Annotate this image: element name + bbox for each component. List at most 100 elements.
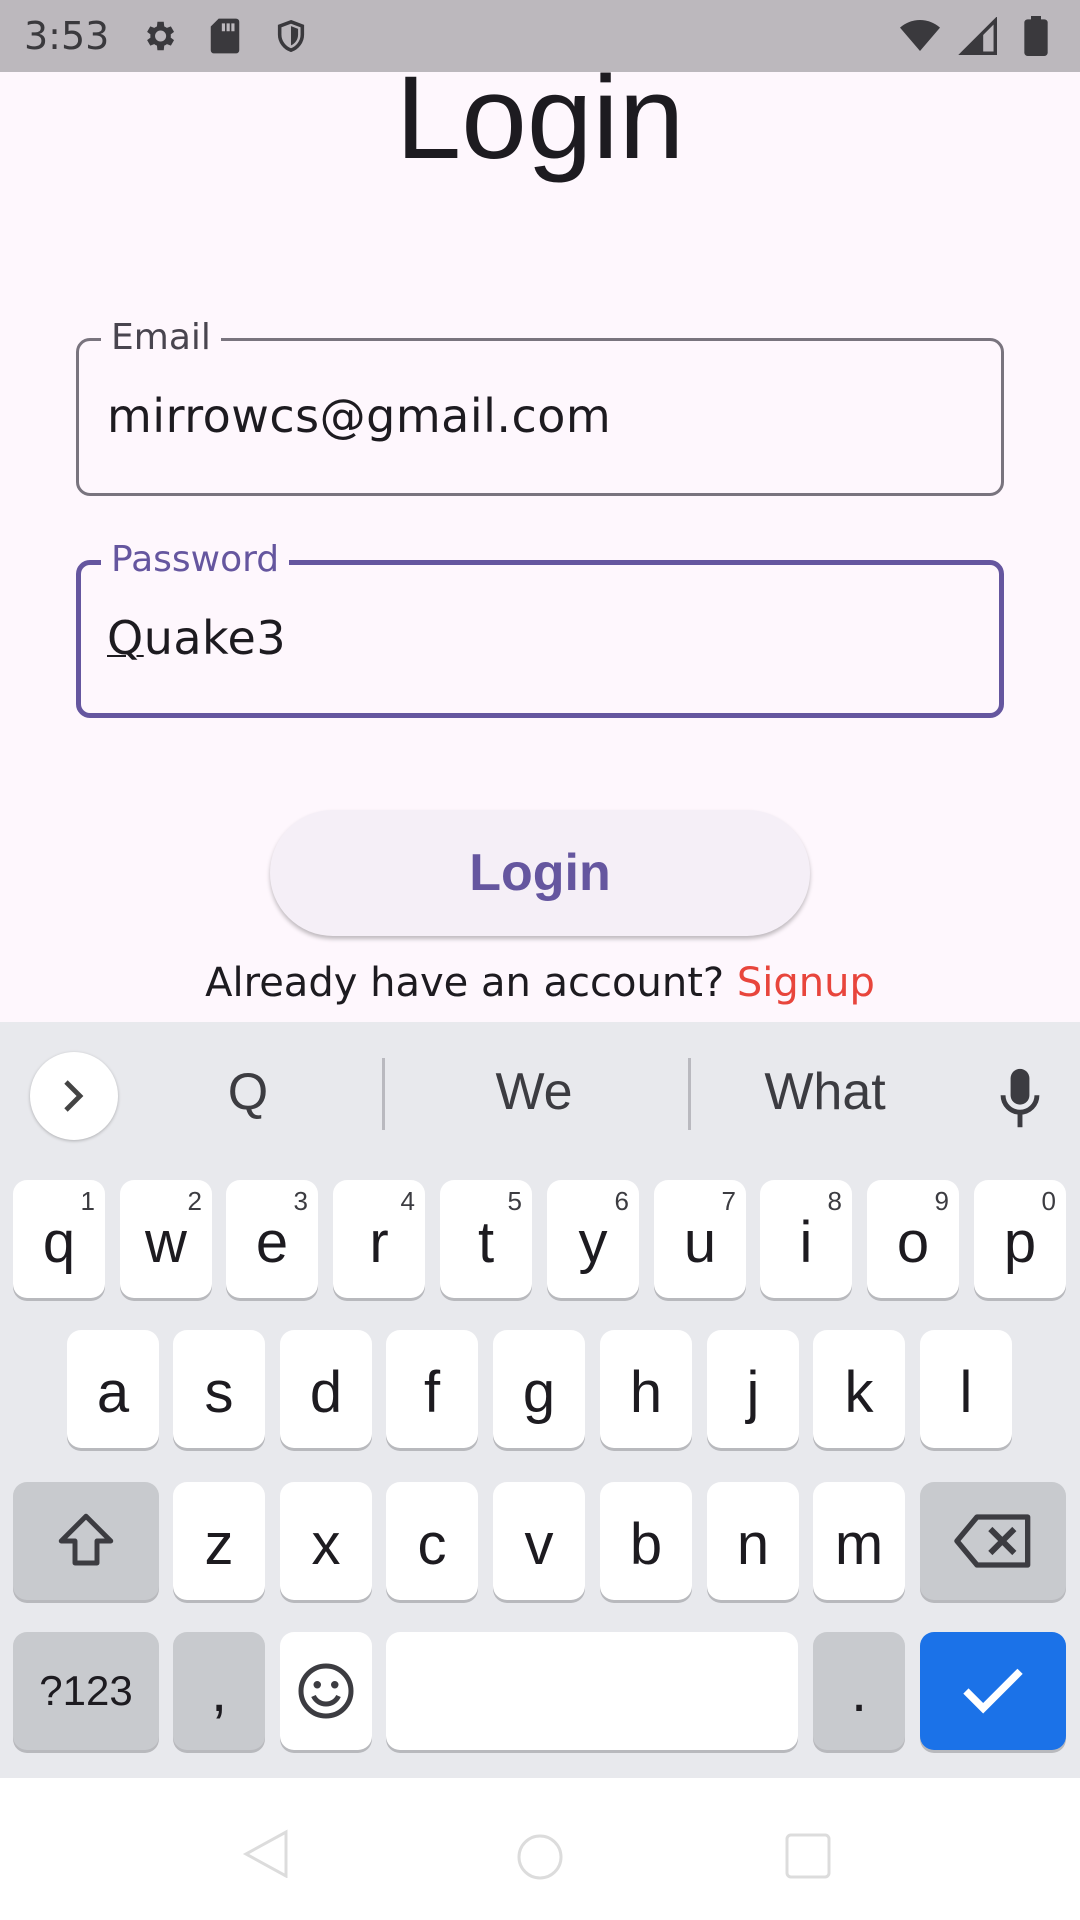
- key-k[interactable]: k: [813, 1330, 905, 1448]
- shift-key[interactable]: [13, 1482, 159, 1600]
- key-f[interactable]: f: [386, 1330, 478, 1448]
- key-u[interactable]: 7u: [654, 1180, 746, 1298]
- home-icon[interactable]: [515, 1832, 565, 1882]
- password-input[interactable]: Quake3: [107, 611, 286, 665]
- key-b[interactable]: b: [600, 1482, 692, 1600]
- suggestion-divider: [382, 1058, 385, 1130]
- back-icon[interactable]: [242, 1828, 290, 1878]
- key-label: n: [736, 1511, 770, 1577]
- backspace-icon: [954, 1514, 1031, 1568]
- password-field[interactable]: Password Quake3: [76, 537, 1004, 718]
- suggestion-3[interactable]: What: [700, 1062, 950, 1122]
- signup-prompt: Already have an account?: [205, 960, 725, 1006]
- key-y[interactable]: 6y: [547, 1180, 639, 1298]
- key-l[interactable]: l: [920, 1330, 1012, 1448]
- key-label: s: [204, 1359, 234, 1425]
- key-label: ?123: [39, 1667, 133, 1714]
- key-o[interactable]: 9o: [867, 1180, 959, 1298]
- key-t[interactable]: 5t: [440, 1180, 532, 1298]
- key-m[interactable]: m: [813, 1482, 905, 1600]
- key-a[interactable]: a: [67, 1330, 159, 1448]
- login-button[interactable]: Login: [270, 810, 810, 936]
- key-hint: 1: [80, 1186, 95, 1216]
- key-s[interactable]: s: [173, 1330, 265, 1448]
- signup-row: Already have an account? Signup: [0, 960, 1080, 1006]
- key-label: q: [42, 1209, 76, 1275]
- mic-button[interactable]: [990, 1064, 1050, 1134]
- key-label: a: [96, 1359, 130, 1425]
- key-hint: 6: [614, 1186, 629, 1216]
- chevron-right-icon: [64, 1080, 84, 1112]
- login-screen: Login Email mirrowcs@gmail.com Password …: [0, 52, 1080, 1022]
- key-i[interactable]: 8i: [760, 1180, 852, 1298]
- key-label: w: [145, 1209, 187, 1275]
- key-hint: 2: [187, 1186, 202, 1216]
- emoji-icon: [298, 1663, 354, 1719]
- expand-toolbar-button[interactable]: [30, 1052, 118, 1140]
- key-label: .: [850, 1658, 868, 1724]
- space-key[interactable]: [386, 1632, 798, 1750]
- key-label: g: [522, 1359, 556, 1425]
- signup-link[interactable]: Signup: [737, 960, 875, 1006]
- password-composing-letter: Q: [107, 611, 144, 665]
- key-z[interactable]: z: [173, 1482, 265, 1600]
- key-c[interactable]: c: [386, 1482, 478, 1600]
- key-label: j: [746, 1359, 760, 1425]
- email-label: Email: [101, 315, 221, 361]
- key-label: c: [417, 1511, 447, 1577]
- backspace-key[interactable]: [920, 1482, 1066, 1600]
- microphone-icon: [1000, 1068, 1040, 1128]
- password-label: Password: [101, 537, 290, 583]
- suggestion-1[interactable]: Q: [148, 1062, 348, 1122]
- key-label: r: [369, 1209, 389, 1275]
- done-key[interactable]: [920, 1632, 1066, 1750]
- key-d[interactable]: d: [280, 1330, 372, 1448]
- symbols-key[interactable]: ?123: [13, 1632, 159, 1750]
- key-label: d: [309, 1359, 343, 1425]
- shift-icon: [58, 1513, 114, 1566]
- comma-key[interactable]: ,: [173, 1632, 265, 1750]
- key-label: u: [683, 1209, 717, 1275]
- key-label: o: [896, 1209, 930, 1275]
- password-rest: uake3: [143, 611, 287, 665]
- key-hint: 3: [293, 1186, 308, 1216]
- key-label: v: [524, 1511, 554, 1577]
- key-label: t: [477, 1209, 495, 1275]
- recents-icon[interactable]: [784, 1832, 832, 1880]
- key-label: l: [959, 1359, 973, 1425]
- key-label: m: [834, 1511, 884, 1577]
- checkmark-icon: [963, 1668, 1023, 1714]
- email-field[interactable]: Email mirrowcs@gmail.com: [76, 315, 1004, 496]
- key-label: i: [799, 1209, 813, 1275]
- suggestion-2[interactable]: We: [404, 1062, 664, 1122]
- key-j[interactable]: j: [707, 1330, 799, 1448]
- key-p[interactable]: 0p: [974, 1180, 1066, 1298]
- key-hint: 0: [1041, 1186, 1056, 1216]
- key-x[interactable]: x: [280, 1482, 372, 1600]
- key-n[interactable]: n: [707, 1482, 799, 1600]
- navigation-bar: [0, 1778, 1080, 1920]
- key-q[interactable]: 1q: [13, 1180, 105, 1298]
- emoji-key[interactable]: [280, 1632, 372, 1750]
- key-label: f: [423, 1359, 441, 1425]
- key-label: z: [204, 1511, 234, 1577]
- key-hint: 5: [507, 1186, 522, 1216]
- period-key[interactable]: .: [813, 1632, 905, 1750]
- key-r[interactable]: 4r: [333, 1180, 425, 1298]
- key-hint: 7: [721, 1186, 736, 1216]
- key-label: k: [844, 1359, 874, 1425]
- key-label: ,: [210, 1658, 228, 1724]
- key-label: p: [1003, 1209, 1037, 1275]
- key-hint: 8: [827, 1186, 842, 1216]
- key-w[interactable]: 2w: [120, 1180, 212, 1298]
- key-e[interactable]: 3e: [226, 1180, 318, 1298]
- key-label: h: [629, 1359, 663, 1425]
- key-h[interactable]: h: [600, 1330, 692, 1448]
- email-input[interactable]: mirrowcs@gmail.com: [107, 389, 611, 443]
- key-v[interactable]: v: [493, 1482, 585, 1600]
- keyboard: Q We What 1q 2w 3e 4r 5t 6y 7u 8i 9o 0p …: [0, 1022, 1080, 1778]
- key-g[interactable]: g: [493, 1330, 585, 1448]
- page-title: Login: [395, 52, 685, 184]
- suggestion-divider: [688, 1058, 691, 1130]
- key-label: e: [255, 1209, 289, 1275]
